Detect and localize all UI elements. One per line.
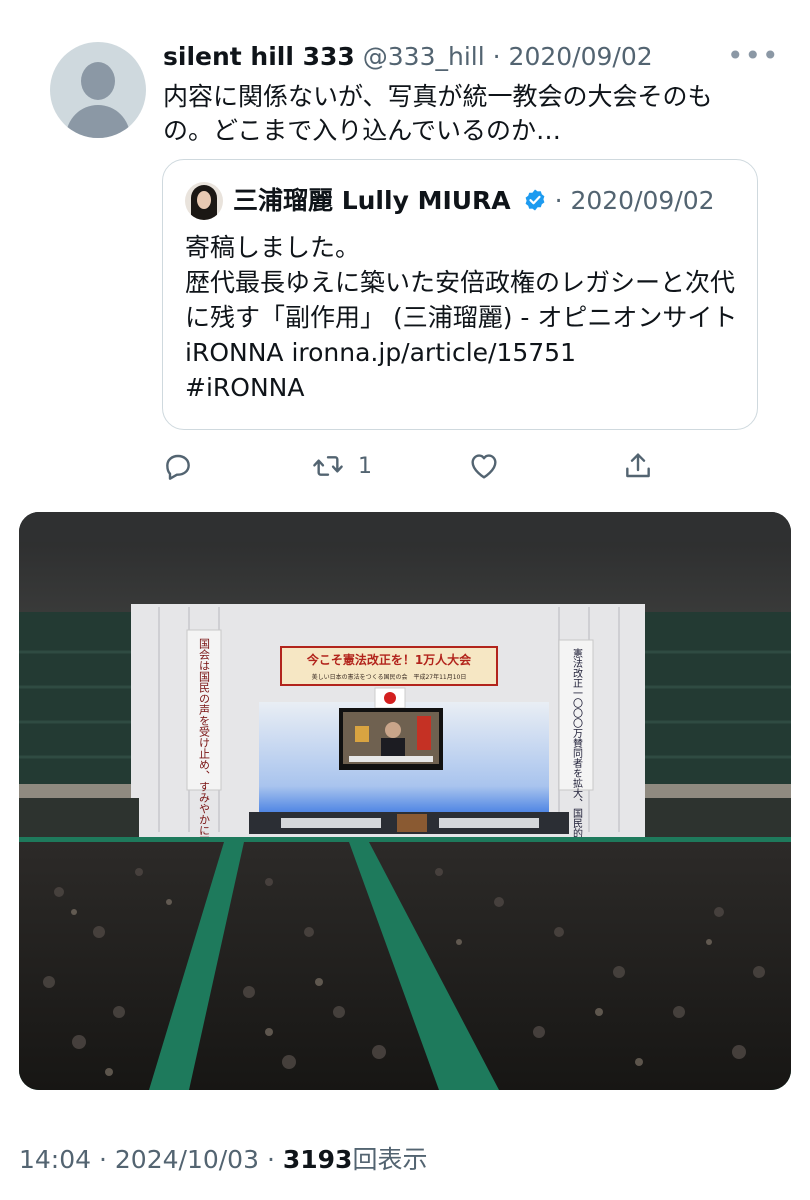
reply-icon: [166, 454, 190, 480]
sub-banner-text: 美しい日本の憲法をつくる国民の会 平成27年11月10日: [312, 673, 467, 681]
tweet-text: 内容に関係ないが、写真が統一教会の大会そのもの。どこまで入り込んでいるのか…: [163, 82, 713, 145]
quoted-author-name: 三浦瑠麗 Lully MIURA: [233, 186, 511, 215]
tweet-footer: 14:04 · 2024/10/03 · 3193回表示: [19, 1142, 427, 1178]
share-icon: [626, 453, 650, 478]
quoted-tweet-header: 三浦瑠麗 Lully MIURA · 2020/09/02: [233, 184, 715, 218]
like-button[interactable]: [468, 446, 500, 486]
verified-badge-icon: [525, 189, 545, 211]
tweet-action-bar: 1: [160, 446, 680, 486]
quoted-header-separator: ·: [554, 186, 563, 215]
default-avatar-body: [66, 105, 130, 138]
main-banner-text: 今こそ憲法改正を！1万人大会: [306, 652, 472, 667]
quoted-tweet[interactable]: 三浦瑠麗 Lully MIURA · 2020/09/02 寄稿しました。 歴代…: [162, 159, 758, 430]
post-time: 14:04: [19, 1145, 92, 1174]
footer-separator: ·: [266, 1145, 275, 1174]
post-date: 2024/10/03: [114, 1145, 259, 1174]
quoted-tweet-text: 寄稿しました。 歴代最長ゆえに築いた安倍政権のレガシーと次代に残す「副作用」 (…: [185, 233, 738, 402]
quoted-author-avatar: [185, 182, 223, 220]
quoted-tweet-date: 2020/09/02: [570, 186, 715, 215]
header-separator: ·: [492, 42, 501, 71]
default-avatar-head: [81, 62, 115, 100]
views-label: 回表示: [352, 1145, 428, 1174]
more-dots-icon[interactable]: •••: [727, 42, 780, 70]
views-count[interactable]: 3193: [283, 1145, 353, 1174]
footer-separator: ·: [99, 1145, 107, 1174]
heart-icon: [471, 454, 497, 479]
author-name[interactable]: silent hill 333: [163, 42, 355, 71]
tweet-header: silent hill 333 @333_hill · 2020/09/02: [163, 40, 763, 74]
share-button[interactable]: [622, 446, 654, 486]
tweet-date[interactable]: 2020/09/02: [509, 42, 653, 71]
retweet-icon: [313, 456, 343, 476]
retweet-count: 1: [358, 453, 372, 479]
reply-button[interactable]: [162, 446, 194, 486]
author-handle[interactable]: @333_hill: [363, 42, 485, 71]
retweet-button[interactable]: 1: [312, 446, 372, 486]
author-avatar[interactable]: [50, 42, 146, 138]
attached-photo[interactable]: 今こそ憲法改正を！1万人大会 美しい日本の憲法をつくる国民の会 平成27年11月…: [19, 512, 791, 1090]
rally-hall-photo: 今こそ憲法改正を！1万人大会 美しい日本の憲法をつくる国民の会 平成27年11月…: [19, 512, 791, 1090]
